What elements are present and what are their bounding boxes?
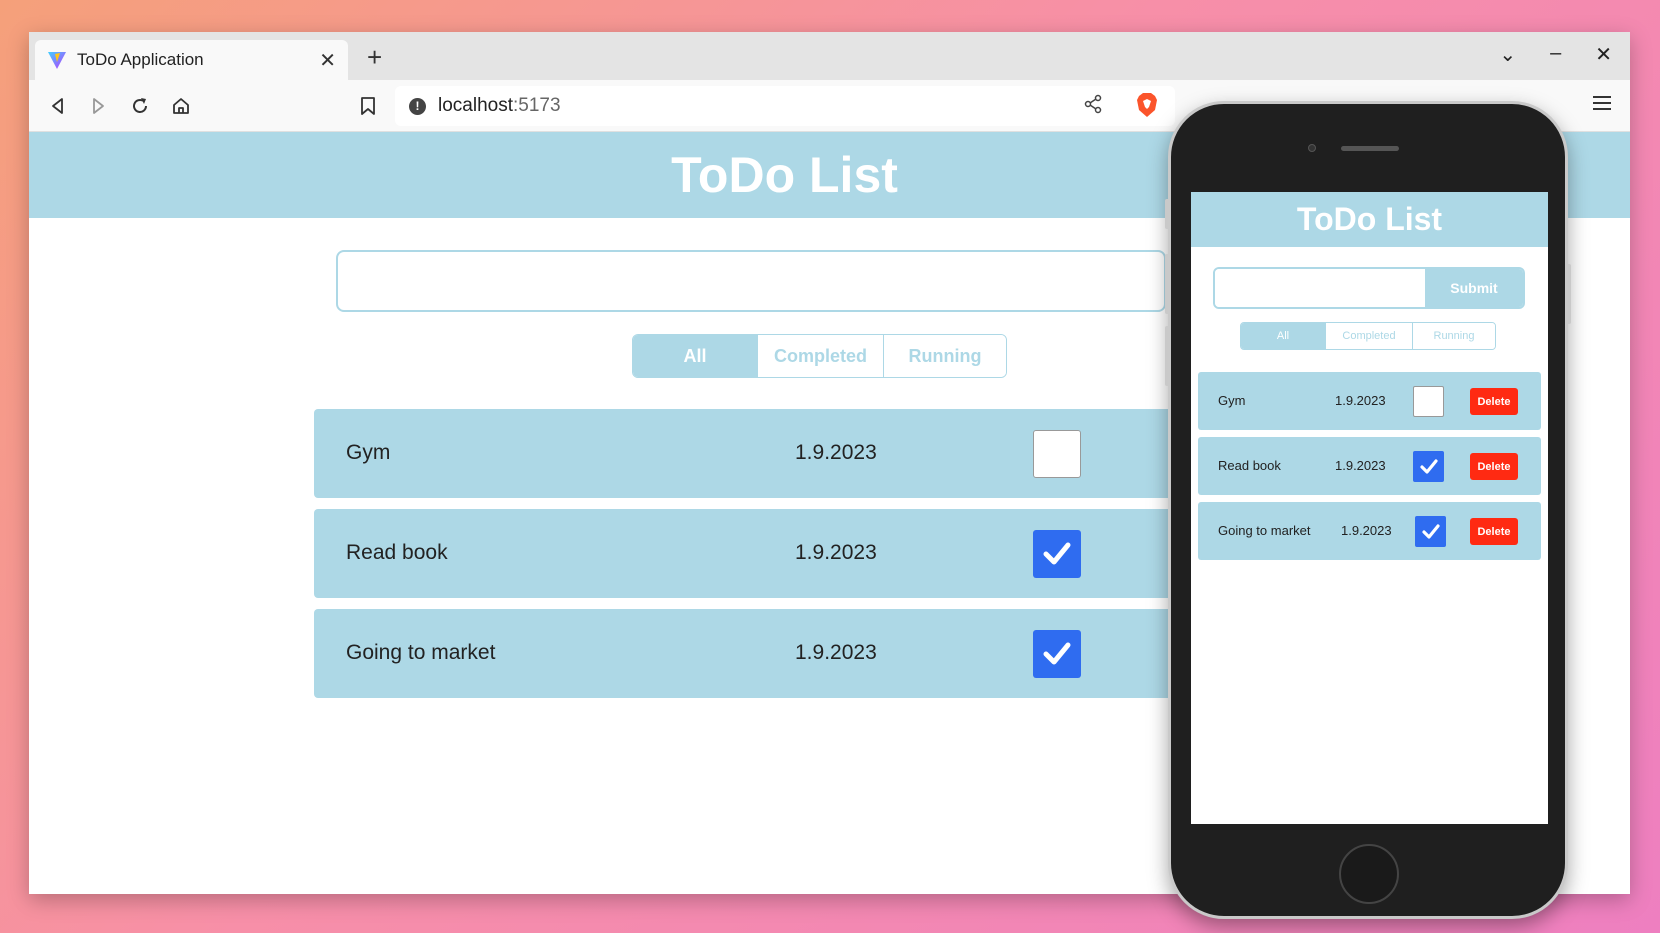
mobile-delete-button[interactable]: Delete [1470,388,1518,415]
todo-row: Read book 1.9.2023 [314,509,1174,598]
filter-running-button[interactable]: Running [883,335,1006,377]
phone-screen: ToDo List Submit All Completed Running G… [1191,192,1548,824]
checkmark-icon [1419,458,1438,474]
tab-list-icon[interactable]: ⌄ [1499,42,1516,67]
mobile-filter-all-button[interactable]: All [1241,323,1325,349]
todo-date: 1.9.2023 [795,541,877,564]
phone-mute-switch [1165,199,1170,229]
tab-bar: ToDo Application ✕ + ⌄ – ✕ [29,32,1630,80]
url-host: localhost [438,95,513,116]
checkmark-icon [1043,642,1071,665]
filter-group: All Completed Running [632,334,1007,378]
todo-row: Going to market 1.9.2023 [314,609,1174,698]
mobile-delete-button[interactable]: Delete [1470,518,1518,545]
mobile-todo-row: Read book 1.9.2023 Delete [1198,437,1541,495]
vite-favicon-icon [48,52,66,69]
url-port: :5173 [513,95,561,116]
phone-power-button [1566,264,1571,324]
brave-shields-icon[interactable] [1135,92,1159,123]
todo-name: Going to market [346,641,496,664]
close-window-icon[interactable]: ✕ [1595,42,1612,67]
mobile-todo-name: Gym [1218,393,1246,408]
minimize-icon[interactable]: – [1550,42,1561,67]
mobile-todo-name: Going to market [1218,523,1311,538]
mobile-todo-row: Gym 1.9.2023 Delete [1198,372,1541,430]
tab-close-icon[interactable]: ✕ [319,48,336,73]
bookmark-icon[interactable] [355,93,381,119]
todo-date: 1.9.2023 [795,641,877,664]
todo-name: Read book [346,541,448,564]
reload-icon[interactable] [127,93,153,119]
mobile-todo-form: Submit [1213,267,1525,309]
share-icon[interactable] [1083,94,1103,119]
phone-speaker [1341,146,1399,151]
mobile-todo-date: 1.9.2023 [1335,458,1386,473]
mobile-todo-row: Going to market 1.9.2023 Delete [1198,502,1541,560]
todo-input[interactable] [336,250,1166,312]
new-tab-button[interactable]: + [367,42,382,73]
tab-title: ToDo Application [77,50,204,69]
mobile-todo-date: 1.9.2023 [1335,393,1386,408]
phone-camera [1308,144,1316,152]
filter-all-button[interactable]: All [633,335,757,377]
todo-checkbox[interactable] [1033,530,1081,578]
back-icon[interactable] [45,93,71,119]
home-icon[interactable] [168,93,194,119]
todo-date: 1.9.2023 [795,441,877,464]
phone-volume-down [1165,326,1170,386]
mobile-page-title: ToDo List [1296,201,1443,237]
mobile-todo-name: Read book [1218,458,1281,473]
window-controls: ⌄ – ✕ [1499,42,1612,67]
mobile-todo-list: Gym 1.9.2023 Delete Read book 1.9.2023 D… [1198,372,1541,567]
mobile-todo-date: 1.9.2023 [1341,523,1392,538]
forward-icon[interactable] [85,93,111,119]
mobile-filter-group: All Completed Running [1240,322,1496,350]
phone-volume-up [1165,254,1170,314]
mobile-todo-checkbox[interactable] [1413,386,1444,417]
mobile-app-header: ToDo List [1191,192,1548,247]
mobile-filter-running-button[interactable]: Running [1412,323,1495,349]
todo-checkbox[interactable] [1033,430,1081,478]
mobile-delete-button[interactable]: Delete [1470,453,1518,480]
checkmark-icon [1043,542,1071,565]
page-title: ToDo List [671,147,898,203]
todo-checkbox[interactable] [1033,630,1081,678]
mobile-todo-checkbox[interactable] [1413,451,1444,482]
site-info-icon[interactable]: ! [409,97,426,115]
hamburger-menu-icon[interactable] [1592,94,1612,117]
mobile-todo-input[interactable] [1215,269,1425,307]
mobile-submit-button[interactable]: Submit [1425,269,1523,307]
filter-completed-button[interactable]: Completed [757,335,883,377]
mobile-filter-completed-button[interactable]: Completed [1325,323,1412,349]
mobile-todo-checkbox[interactable] [1415,516,1446,547]
todo-list: Gym 1.9.2023 Read book 1.9.2023 Going to… [314,409,1174,709]
phone-home-button [1339,844,1399,904]
todo-row: Gym 1.9.2023 [314,409,1174,498]
address-bar[interactable]: ! localhost :5173 [395,86,1175,126]
phone-mockup: ToDo List Submit All Completed Running G… [1165,101,1571,919]
browser-tab[interactable]: ToDo Application ✕ [35,40,348,80]
todo-name: Gym [346,441,391,464]
checkmark-icon [1421,523,1440,539]
